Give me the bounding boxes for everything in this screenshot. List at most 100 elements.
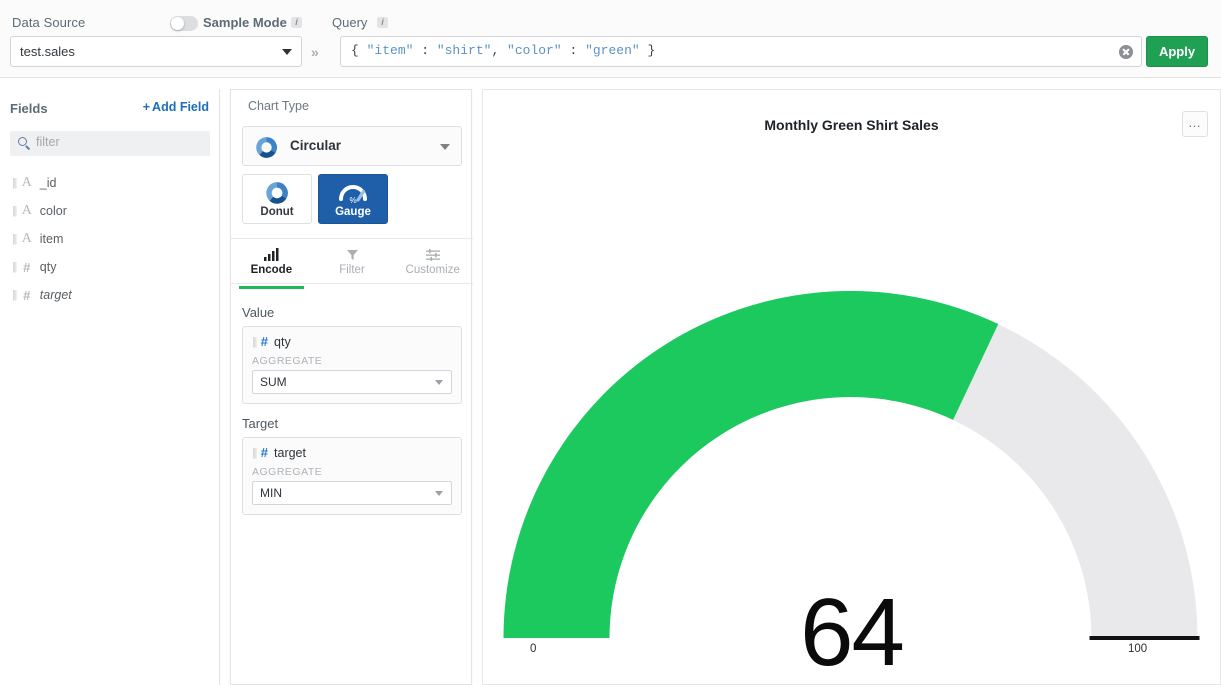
field-name: _id — [40, 176, 57, 190]
encode-field[interactable]: ||| # target — [252, 445, 452, 460]
field-list-item[interactable]: ||| Acolor — [0, 197, 220, 225]
svg-text:%: % — [349, 196, 356, 204]
query-text: { "item" : "shirt", "color" : "green" } — [351, 43, 655, 58]
aggregate-label: AGGREGATE — [252, 466, 452, 478]
string-type-icon: A — [21, 175, 33, 191]
tab-customize-label: Customize — [392, 264, 473, 276]
query-label: Query — [332, 15, 367, 30]
fields-title: Fields — [10, 101, 48, 116]
data-source-value: test.sales — [20, 44, 75, 59]
drag-handle-icon[interactable]: ||| — [12, 233, 16, 245]
tab-active-indicator — [239, 286, 304, 289]
data-source-label: Data Source — [12, 15, 85, 30]
panel-divider — [231, 238, 473, 239]
add-field-label: Add Field — [152, 100, 209, 114]
fields-list: ||| A _id ||| Acolor ||| Aitem ||| # qty ||| # targe… — [0, 169, 220, 309]
drag-handle-icon[interactable]: ||| — [12, 261, 16, 273]
tab-filter-label: Filter — [312, 264, 393, 276]
gauge-value-label: 64 — [483, 585, 1220, 681]
drag-handle-icon[interactable]: ||| — [252, 447, 256, 459]
field-list-item[interactable]: ||| # target — [0, 281, 220, 309]
drag-handle-icon[interactable]: ||| — [12, 205, 16, 217]
encode-card[interactable]: ||| # qty AGGREGATE SUM — [242, 326, 462, 404]
drag-handle-icon[interactable]: ||| — [12, 289, 16, 301]
tab-encode-label: Encode — [231, 264, 312, 276]
chart-variant-gauge[interactable]: % Gauge — [318, 174, 388, 224]
gauge-icon: % — [338, 180, 368, 209]
chart-config-panel: Chart Type Circular — [230, 89, 472, 685]
sample-mode-label: Sample Mode — [203, 15, 287, 30]
number-type-icon: # — [261, 445, 268, 460]
field-name: item — [40, 232, 64, 246]
number-type-icon: # — [21, 288, 33, 303]
apply-button[interactable]: Apply — [1146, 36, 1208, 67]
query-info-icon[interactable]: i — [377, 17, 388, 28]
top-toolbar: Data Source Sample Mode i Query i test.s… — [0, 0, 1221, 78]
aggregate-select[interactable]: MIN — [252, 481, 452, 505]
plus-icon: + — [143, 100, 150, 114]
string-type-icon: A — [21, 203, 33, 219]
gauge-axis-min-label: 0 — [530, 643, 536, 655]
string-type-icon: A — [21, 231, 33, 247]
aggregate-select[interactable]: SUM — [252, 370, 452, 394]
search-icon — [18, 137, 27, 146]
encode-card[interactable]: ||| # target AGGREGATE MIN — [242, 437, 462, 515]
query-token: "shirt" — [437, 43, 492, 58]
clear-icon[interactable] — [1119, 45, 1133, 59]
add-field-button[interactable]: +Add Field — [143, 100, 209, 114]
sample-mode-toggle[interactable] — [170, 16, 198, 31]
field-name: qty — [40, 260, 57, 274]
chart-type-value: Circular — [290, 138, 341, 153]
field-name: target — [40, 288, 72, 302]
donut-icon — [254, 135, 279, 165]
chevron-down-icon — [435, 491, 443, 496]
fields-filter-input[interactable]: filter — [10, 131, 210, 156]
query-token: { — [351, 43, 367, 58]
drag-handle-icon[interactable]: ||| — [12, 177, 16, 189]
gauge-axis-max-label: 100 — [1128, 643, 1147, 655]
chevron-down-icon — [440, 144, 450, 150]
chart-variant-buttons: Donut % Gauge — [242, 174, 388, 224]
tab-encode[interactable]: Encode — [231, 246, 312, 284]
drag-handle-icon[interactable]: ||| — [252, 336, 256, 348]
field-list-item[interactable]: ||| A _id — [0, 169, 220, 197]
tab-filter[interactable]: Filter — [312, 246, 393, 284]
query-input[interactable]: { "item" : "shirt", "color" : "green" } — [340, 36, 1142, 67]
chevron-down-icon — [282, 49, 292, 55]
encode-group-value: Value ||| # qty AGGREGATE SUM — [242, 305, 462, 404]
aggregate-value: MIN — [260, 486, 282, 500]
chart-panel: Monthly Green Shirt Sales … 64 0 100 — [482, 89, 1221, 685]
query-token: , — [491, 43, 507, 58]
sliders-icon — [392, 248, 473, 263]
filter-icon — [312, 248, 393, 263]
chevron-down-icon — [435, 380, 443, 385]
encode-group-target: Target ||| # target AGGREGATE MIN — [242, 416, 462, 515]
chart-type-label: Chart Type — [248, 99, 309, 113]
query-token: : — [413, 43, 436, 58]
number-type-icon: # — [21, 260, 33, 275]
chart-variant-donut[interactable]: Donut — [242, 174, 312, 224]
chart-type-select[interactable]: Circular — [242, 126, 462, 166]
encode-section-label: Target — [242, 416, 462, 431]
query-token: } — [640, 43, 656, 58]
field-list-item[interactable]: ||| Aitem — [0, 225, 220, 253]
field-list-item[interactable]: ||| # qty — [0, 253, 220, 281]
app-root: Data Source Sample Mode i Query i test.s… — [0, 0, 1221, 685]
data-source-select[interactable]: test.sales — [10, 36, 302, 67]
bar-chart-icon — [231, 248, 312, 263]
expand-chevron-icon[interactable]: » — [311, 44, 319, 60]
encode-field[interactable]: ||| # qty — [252, 334, 452, 349]
donut-icon — [264, 180, 290, 211]
aggregate-label: AGGREGATE — [252, 355, 452, 367]
encode-field-name: qty — [274, 335, 291, 349]
fields-sidebar: Fields +Add Field filter ||| A _id ||| Acolo… — [0, 89, 220, 685]
field-name: color — [40, 204, 67, 218]
query-token: "item" — [367, 43, 414, 58]
sample-mode-info-icon[interactable]: i — [291, 17, 302, 28]
query-token: "green" — [585, 43, 640, 58]
number-type-icon: # — [261, 334, 268, 349]
tab-customize[interactable]: Customize — [392, 246, 473, 284]
sample-mode-toggle-knob — [171, 17, 184, 30]
query-token: "color" — [507, 43, 562, 58]
tabs-divider — [231, 283, 473, 284]
